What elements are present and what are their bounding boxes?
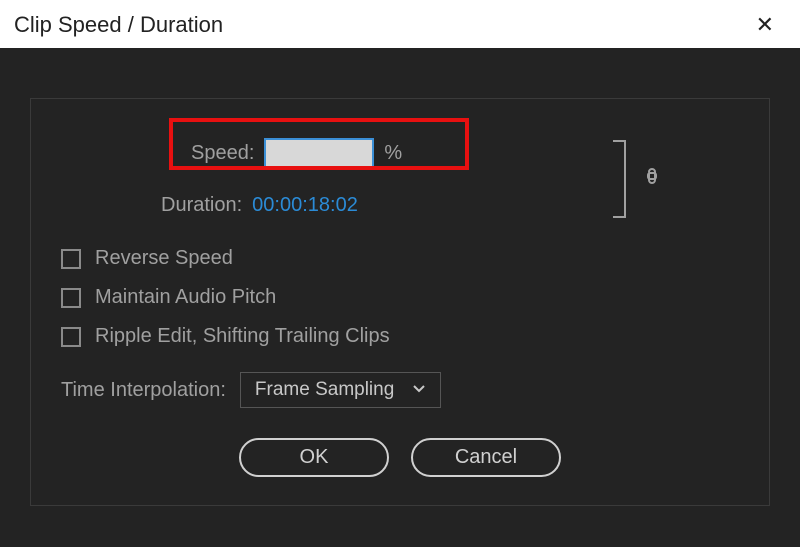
checkbox-box-icon (61, 288, 81, 308)
checkbox-box-icon (61, 327, 81, 347)
dialog-title: Clip Speed / Duration (14, 12, 223, 38)
duration-value[interactable]: 00:00:18:02 (252, 194, 358, 217)
dialog-content: Speed: % Duration: 00:00:18:02 (0, 48, 800, 547)
titlebar: Clip Speed / Duration ✕ (0, 0, 800, 48)
dialog-button-row: OK Cancel (61, 438, 739, 477)
ripple-edit-label: Ripple Edit, Shifting Trailing Clips (95, 325, 390, 348)
chevron-down-icon (412, 381, 426, 399)
ok-button[interactable]: OK (239, 438, 389, 477)
maintain-audio-pitch-label: Maintain Audio Pitch (95, 286, 276, 309)
bracket-icon (611, 135, 631, 223)
speed-unit: % (384, 142, 402, 165)
speed-input[interactable] (264, 138, 374, 168)
duration-label: Duration: (161, 194, 242, 217)
close-icon[interactable]: ✕ (750, 10, 780, 40)
maintain-audio-pitch-checkbox[interactable]: Maintain Audio Pitch (61, 286, 739, 309)
time-interpolation-label: Time Interpolation: (61, 379, 226, 402)
link-icon[interactable] (645, 164, 659, 194)
reverse-speed-label: Reverse Speed (95, 247, 233, 270)
reverse-speed-checkbox[interactable]: Reverse Speed (61, 247, 739, 270)
time-interpolation-row: Time Interpolation: Frame Sampling (61, 372, 739, 408)
speed-duration-link-bracket (611, 135, 659, 223)
speed-duration-area: Speed: % Duration: 00:00:18:02 (61, 123, 739, 227)
checkbox-group: Reverse Speed Maintain Audio Pitch Rippl… (61, 247, 739, 348)
settings-panel: Speed: % Duration: 00:00:18:02 (30, 98, 770, 506)
dropdown-selected-text: Frame Sampling (255, 379, 394, 401)
ripple-edit-checkbox[interactable]: Ripple Edit, Shifting Trailing Clips (61, 325, 739, 348)
dialog-window: Clip Speed / Duration ✕ Speed: % Duratio… (0, 0, 800, 547)
speed-label: Speed: (191, 142, 254, 165)
checkbox-box-icon (61, 249, 81, 269)
time-interpolation-dropdown[interactable]: Frame Sampling (240, 372, 441, 408)
cancel-button[interactable]: Cancel (411, 438, 561, 477)
